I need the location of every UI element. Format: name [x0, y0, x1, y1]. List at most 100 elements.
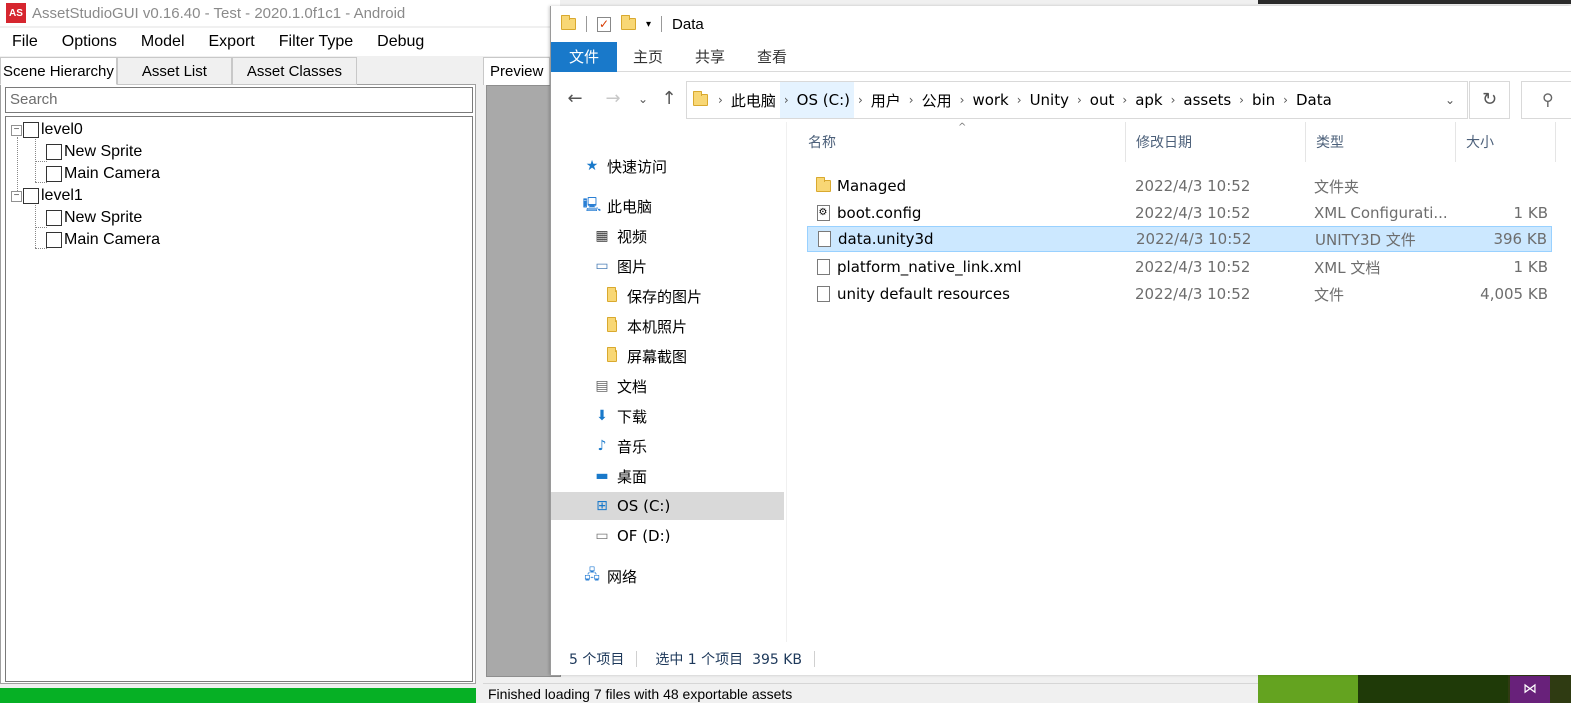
new-folder-icon[interactable] [621, 14, 636, 34]
tree-node-new-sprite[interactable]: New Sprite [46, 207, 142, 229]
menu-options[interactable]: Options [50, 33, 129, 51]
folder-icon [603, 317, 621, 334]
file-date: 2022/4/3 10:52 [1135, 177, 1251, 195]
nav-drive-d[interactable]: ▭ OF (D:) [593, 522, 671, 550]
file-size: 396 KB [1493, 230, 1547, 248]
hierarchy-search-input[interactable]: Search [5, 87, 473, 113]
tree-node-new-sprite[interactable]: New Sprite [46, 141, 142, 163]
tree-guide-line [35, 203, 36, 248]
column-header-type[interactable]: 类型 [1306, 122, 1456, 162]
nav-downloads[interactable]: ⬇ 下载 [593, 402, 647, 430]
quick-access-dropdown-icon[interactable]: ▾ [646, 14, 651, 34]
tab-scene-hierarchy[interactable]: Scene Hierarchy [0, 57, 117, 85]
nav-pictures[interactable]: ▭ 图片 [593, 252, 647, 280]
nav-label: OS (C:) [617, 497, 671, 515]
tree-node-main-camera[interactable]: Main Camera [46, 163, 160, 185]
nav-quick-access[interactable]: ★ 快速访问 [583, 152, 667, 180]
nav-music[interactable]: ♪ 音乐 [593, 432, 647, 460]
breadcrumb-apk[interactable]: › apk [1118, 82, 1166, 118]
address-dropdown-chevron-icon[interactable]: ⌄ [1445, 93, 1455, 107]
file-row-managed[interactable]: Managed 2022/4/3 10:52 文件夹 [807, 173, 1552, 199]
breadcrumb-assets[interactable]: › assets [1167, 82, 1236, 118]
tree-checkbox[interactable] [23, 122, 39, 138]
tree-checkbox[interactable] [46, 210, 62, 226]
back-arrow-icon[interactable]: ← [563, 86, 587, 112]
nav-network[interactable]: 🖧 网络 [583, 562, 637, 590]
tab-preview[interactable]: Preview [483, 57, 551, 85]
nav-drive-c[interactable]: ⊞ OS (C:) [551, 492, 784, 520]
nav-this-pc[interactable]: 🖳 此电脑 [583, 192, 652, 220]
file-name: Managed [837, 177, 907, 195]
menu-filter-type[interactable]: Filter Type [267, 33, 365, 51]
up-arrow-icon[interactable]: ↑ [657, 86, 681, 112]
tree-node-level1[interactable]: − level1 [11, 185, 83, 207]
file-row-platform-native-link[interactable]: platform_native_link.xml 2022/4/3 10:52 … [807, 254, 1552, 280]
tree-checkbox[interactable] [46, 166, 62, 182]
tree-node-main-camera[interactable]: Main Camera [46, 229, 160, 251]
ribbon-tab-home[interactable]: 主页 [617, 42, 679, 72]
assetstudio-status-text: Finished loading 7 files with 48 exporta… [483, 683, 1258, 703]
file-name: data.unity3d [838, 230, 934, 248]
search-icon[interactable]: ⚲ [1521, 81, 1571, 119]
breadcrumb-users[interactable]: › 用户 [854, 82, 905, 118]
nav-camera-roll[interactable]: 本机照片 [603, 312, 687, 340]
ribbon-tab-view[interactable]: 查看 [741, 42, 803, 72]
breadcrumb-unity[interactable]: › Unity [1013, 82, 1073, 118]
tree-checkbox[interactable] [23, 188, 39, 204]
tree-node-label: New Sprite [64, 143, 143, 160]
tree-node-label: Main Camera [64, 231, 161, 248]
breadcrumb-this-pc[interactable]: › 此电脑 [714, 82, 780, 118]
folder-icon [603, 287, 621, 304]
star-icon: ★ [585, 158, 599, 174]
breadcrumb-public[interactable]: › 公用 [905, 82, 956, 118]
file-type: 文件 [1314, 285, 1345, 304]
breadcrumb-drive-c[interactable]: › OS (C:) [779, 82, 854, 118]
refresh-icon[interactable]: ↻ [1469, 81, 1510, 119]
nav-saved-pictures[interactable]: 保存的图片 [603, 282, 702, 310]
menu-export[interactable]: Export [197, 33, 267, 51]
file-row-boot-config[interactable]: ⚙ boot.config 2022/4/3 10:52 XML Configu… [807, 200, 1552, 226]
tab-asset-list[interactable]: Asset List [116, 57, 232, 85]
nav-videos[interactable]: ▦ 视频 [593, 222, 647, 250]
tree-checkbox[interactable] [46, 232, 62, 248]
menu-file[interactable]: File [0, 33, 50, 51]
collapse-icon[interactable]: − [11, 124, 22, 136]
nav-label: OF (D:) [617, 527, 671, 545]
nav-screenshots[interactable]: 屏幕截图 [603, 342, 687, 370]
column-header-size[interactable]: 大小 [1456, 122, 1556, 162]
tree-node-level0[interactable]: − level0 [11, 119, 83, 141]
film-icon: ▦ [595, 228, 609, 244]
explorer-statusbar: 5 个项目 选中 1 个项目 395 KB [551, 644, 1571, 674]
ribbon-tab-share[interactable]: 共享 [679, 42, 741, 72]
file-date: 2022/4/3 10:52 [1136, 230, 1252, 248]
windows-drive-icon: ⊞ [596, 498, 608, 514]
file-date: 2022/4/3 10:52 [1135, 204, 1251, 222]
tab-asset-classes[interactable]: Asset Classes [231, 57, 357, 85]
breadcrumb-out[interactable]: › out [1073, 82, 1118, 118]
recent-locations-chevron-icon[interactable]: ⌄ [631, 86, 655, 112]
breadcrumb-data[interactable]: › Data [1279, 82, 1336, 118]
menu-debug[interactable]: Debug [365, 33, 436, 51]
breadcrumb-work[interactable]: › work [956, 82, 1013, 118]
properties-check-icon[interactable]: ✓ [597, 14, 611, 34]
column-label: 修改日期 [1136, 135, 1192, 151]
ribbon-tab-file[interactable]: 文件 [551, 41, 618, 72]
tree-checkbox[interactable] [46, 144, 62, 160]
nav-documents[interactable]: ▤ 文档 [593, 372, 647, 400]
menu-model[interactable]: Model [129, 33, 197, 51]
address-bar[interactable]: › 此电脑 › OS (C:) › 用户 › 公用 › work › Unity › out … [686, 81, 1468, 119]
nav-desktop[interactable]: ▬ 桌面 [593, 462, 647, 490]
file-row-data-unity3d[interactable]: data.unity3d 2022/4/3 10:52 UNITY3D 文件 3… [807, 226, 1552, 252]
collapse-icon[interactable]: − [11, 190, 22, 202]
forward-arrow-icon[interactable]: → [601, 86, 625, 112]
file-name: platform_native_link.xml [837, 258, 1022, 276]
config-file-icon: ⚙ [815, 205, 831, 221]
file-list-pane: 名称 ^ 修改日期 类型 大小 Managed 2022/4/3 10:52 文… [788, 122, 1571, 642]
file-row-unity-default-resources[interactable]: unity default resources 2022/4/3 10:52 文… [807, 281, 1552, 307]
explorer-titlebar: ✓ ▾ Data [551, 6, 1571, 42]
computer-icon: 🖳 [582, 197, 602, 213]
breadcrumb-bin[interactable]: › bin [1235, 82, 1279, 118]
nav-label: 网络 [607, 567, 638, 586]
column-header-date[interactable]: 修改日期 [1126, 122, 1306, 162]
tree-guide-line [35, 137, 36, 182]
